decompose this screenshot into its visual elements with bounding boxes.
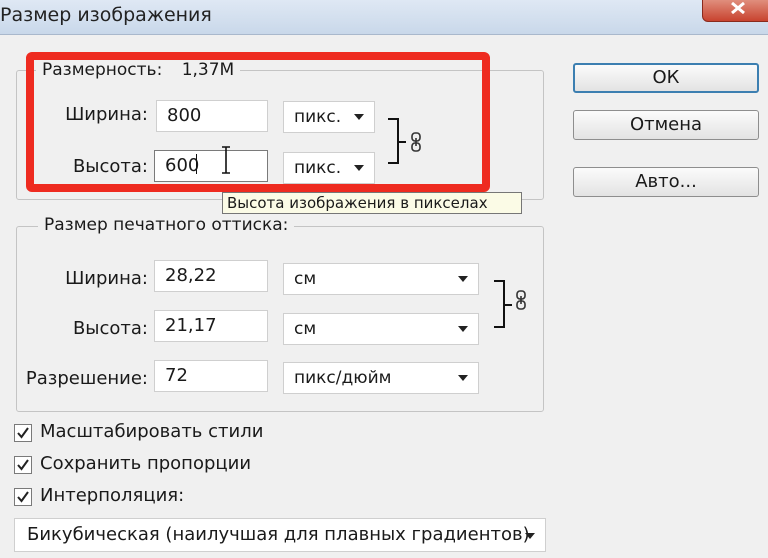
doc-height-unit: см xyxy=(294,319,317,339)
resolution-unit-select[interactable]: пикс/дюйм xyxy=(283,362,479,394)
constrain-option[interactable]: Сохранить пропорции xyxy=(14,453,274,478)
resample-method-select[interactable]: Бикубическая (наилучшая для плавных град… xyxy=(14,518,546,552)
title-bar: Размер изображения xyxy=(0,0,768,35)
resolution-label: Разрешение: xyxy=(25,368,148,389)
cancel-button[interactable]: Отмена xyxy=(573,110,759,140)
highlight-frame xyxy=(26,52,490,192)
window-title: Размер изображения xyxy=(0,4,212,26)
scale-styles-option[interactable]: Масштабировать стили xyxy=(14,421,274,446)
doc-width-input[interactable]: 28,22 xyxy=(154,260,268,292)
checkmark-icon xyxy=(17,427,29,439)
tooltip: Высота изображения в пикселах xyxy=(222,192,522,214)
doc-width-label: Ширина: xyxy=(65,268,148,289)
scale-styles-checkbox[interactable] xyxy=(14,424,32,442)
doc-height-label: Высота: xyxy=(72,318,148,339)
resolution-unit: пикс/дюйм xyxy=(294,368,392,388)
auto-button[interactable]: Авто... xyxy=(573,167,759,197)
constrain-checkbox[interactable] xyxy=(14,456,32,474)
chevron-down-icon xyxy=(458,276,468,282)
document-size-legend: Размер печатного оттиска: xyxy=(38,215,295,235)
constrain-label: Сохранить пропорции xyxy=(40,453,252,474)
document-link-bracket xyxy=(494,280,512,328)
checkmark-icon xyxy=(17,459,29,471)
chain-link-icon[interactable] xyxy=(515,290,527,310)
resample-method-value: Бикубическая (наилучшая для плавных град… xyxy=(27,524,530,545)
doc-width-unit: см xyxy=(294,269,317,289)
resample-option[interactable]: Интерполяция: xyxy=(14,485,274,510)
ok-button[interactable]: ОК xyxy=(573,63,759,93)
resample-label: Интерполяция: xyxy=(40,485,185,506)
doc-width-unit-select[interactable]: см xyxy=(283,263,479,295)
close-button[interactable] xyxy=(702,0,768,22)
doc-height-input[interactable]: 21,17 xyxy=(154,310,268,342)
resolution-input[interactable]: 72 xyxy=(154,360,268,392)
checkmark-icon xyxy=(17,491,29,503)
chevron-down-icon xyxy=(458,326,468,332)
doc-height-unit-select[interactable]: см xyxy=(283,313,479,345)
chevron-down-icon xyxy=(458,375,468,381)
scale-styles-label: Масштабировать стили xyxy=(40,421,264,442)
resample-checkbox[interactable] xyxy=(14,488,32,506)
close-icon xyxy=(731,2,745,14)
chevron-down-icon xyxy=(525,533,535,539)
